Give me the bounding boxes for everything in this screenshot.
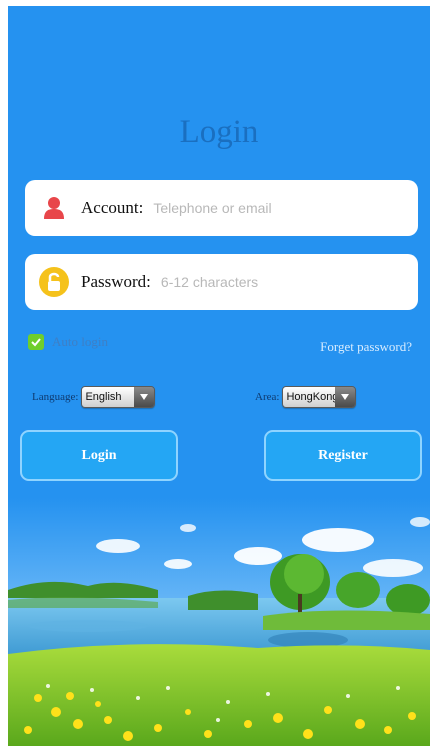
login-screen: Login Account: Password: Auto logi [8, 6, 430, 746]
area-label: Area: [255, 391, 280, 403]
person-icon [37, 191, 71, 225]
password-field[interactable]: Password: [25, 254, 418, 310]
login-button[interactable]: Login [20, 430, 178, 481]
password-label: Password: [81, 272, 151, 291]
account-label: Account: [81, 198, 144, 217]
area-selector: Area: HongKong [255, 386, 357, 408]
language-value: English [82, 387, 135, 407]
language-label: Language: [32, 391, 79, 403]
auto-login-toggle[interactable]: Auto login [28, 334, 108, 350]
auto-login-checkbox[interactable] [28, 334, 44, 350]
lock-icon [37, 265, 71, 299]
area-dropdown[interactable]: HongKong [282, 386, 357, 408]
check-icon [31, 338, 41, 347]
area-value: HongKong [283, 387, 336, 407]
language-selector: Language: English [32, 386, 156, 408]
account-field[interactable]: Account: [25, 180, 418, 236]
forget-password-link[interactable]: Forget password? [320, 339, 412, 355]
chevron-down-icon [335, 387, 356, 407]
password-input[interactable] [160, 274, 361, 290]
account-input[interactable] [153, 200, 354, 216]
page-title: Login [179, 114, 259, 150]
chevron-down-icon [134, 387, 155, 407]
landscape-background-image [8, 498, 430, 746]
language-dropdown[interactable]: English [81, 386, 156, 408]
register-button[interactable]: Register [264, 430, 422, 481]
auto-login-label: Auto login [52, 334, 108, 349]
